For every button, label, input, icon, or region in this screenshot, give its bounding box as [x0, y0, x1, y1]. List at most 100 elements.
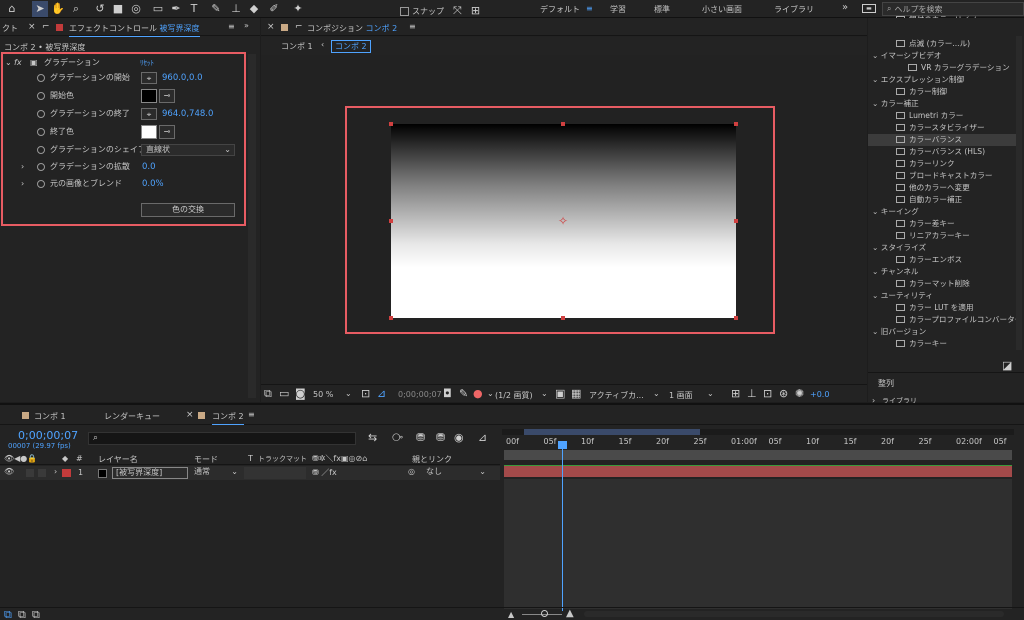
- project-tab[interactable]: クト: [2, 23, 18, 34]
- eyedropper-icon[interactable]: ⊸: [159, 89, 175, 103]
- ec-scrollbar[interactable]: [248, 54, 256, 398]
- layer-mode-dropdown[interactable]: 通常 ⌄: [194, 467, 240, 479]
- expand-arrow-icon[interactable]: ⌄: [872, 99, 881, 108]
- expand-arrow-icon[interactable]: ⌄: [5, 55, 12, 71]
- lock-icon[interactable]: ⌐: [295, 22, 303, 32]
- rotate-tool-icon[interactable]: ↺: [92, 1, 108, 17]
- layer-handle[interactable]: [734, 219, 738, 223]
- effect-header-row[interactable]: ⌄ fx ▣ グラデーション ﾘｾｯﾄ: [0, 55, 250, 71]
- layer-handle[interactable]: [734, 316, 738, 320]
- panel-menu-icon[interactable]: ≡: [409, 22, 416, 31]
- snap-checkbox[interactable]: [400, 6, 409, 16]
- swap-colors-button[interactable]: 色の交換: [141, 203, 235, 217]
- draft-3d-icon[interactable]: ⧂: [392, 430, 403, 446]
- home-icon[interactable]: ⌂: [4, 1, 20, 17]
- panel-menu-icon[interactable]: ≡: [228, 22, 235, 31]
- stopwatch-icon[interactable]: [37, 180, 45, 188]
- zoom-dropdown[interactable]: 50 %: [313, 390, 333, 399]
- exposure-value[interactable]: +0.0: [810, 390, 829, 399]
- playhead[interactable]: [558, 441, 568, 611]
- expand-arrow-icon[interactable]: ⌄: [872, 207, 881, 216]
- crosshair-icon[interactable]: ⌖: [141, 72, 157, 84]
- effect-category[interactable]: ⌄ チャンネル: [868, 266, 1018, 278]
- start-color-swatch[interactable]: [141, 89, 157, 103]
- effect-category[interactable]: ⌄ エクスプレッション制御: [868, 74, 1018, 86]
- keyboard-icon[interactable]: ▬: [862, 4, 876, 13]
- fx-icon[interactable]: fx: [14, 55, 22, 71]
- effect-item[interactable]: 点滅 (カラー...ル): [868, 38, 1018, 50]
- crosshair-icon[interactable]: ⌖: [141, 108, 157, 120]
- align-icon[interactable]: ⊞: [471, 3, 480, 19]
- layer-expand-icon[interactable]: ›: [54, 467, 57, 476]
- gradient-shape-dropdown[interactable]: 直線状 ⌄: [141, 144, 235, 156]
- effect-item[interactable]: カラーエンボス: [868, 254, 1018, 266]
- color-channels-icon[interactable]: ●: [473, 386, 483, 402]
- fast-preview-icon[interactable]: ⊥: [747, 386, 757, 402]
- visibility-icon[interactable]: 👁: [4, 467, 14, 476]
- toggle-pixel-icon[interactable]: ⊞: [731, 386, 740, 402]
- layer-handle[interactable]: [734, 122, 738, 126]
- tab-render-queue[interactable]: レンダーキュー: [104, 411, 160, 422]
- close-tab-icon[interactable]: ×: [186, 410, 194, 420]
- layer-label-color[interactable]: [62, 469, 71, 477]
- effects-scrollbar[interactable]: [1016, 36, 1022, 350]
- parent-pickwhip-icon[interactable]: ◎: [408, 467, 415, 476]
- effect-item[interactable]: カラースタビライザー: [868, 122, 1018, 134]
- transparency-toggle-icon[interactable]: ▦: [571, 386, 581, 402]
- solo-toggle[interactable]: [38, 469, 46, 477]
- audio-toggle[interactable]: [26, 469, 34, 477]
- snap-option-icon[interactable]: ⤧: [453, 3, 462, 19]
- region-of-interest-icon[interactable]: ▣: [555, 386, 565, 402]
- puppet-pin-tool-icon[interactable]: ✦: [290, 1, 306, 17]
- workspace-learn[interactable]: 学習: [610, 4, 626, 15]
- stopwatch-icon[interactable]: [37, 110, 45, 118]
- effect-item[interactable]: カラーリンク: [868, 158, 1018, 170]
- effect-settings-icon[interactable]: ▣: [30, 55, 38, 71]
- col-trackmatte[interactable]: トラックマット: [258, 454, 307, 464]
- zoom-tool-icon[interactable]: ⌕: [68, 1, 84, 17]
- playhead-handle[interactable]: [558, 441, 568, 449]
- frame-blending-icon[interactable]: ⛃: [436, 430, 445, 446]
- effect-item[interactable]: カラーバランス (HLS): [868, 146, 1018, 158]
- show-snapshot-icon[interactable]: ✎: [459, 386, 468, 402]
- effect-item[interactable]: VR カラーグラデーション: [868, 62, 1018, 74]
- effect-item[interactable]: カラーキー: [868, 338, 1018, 350]
- viewer-timecode[interactable]: 0;00;00;07: [398, 390, 442, 399]
- stopwatch-icon[interactable]: [37, 74, 45, 82]
- expand-arrow-icon[interactable]: ›: [21, 159, 24, 175]
- modes-toggle-icon[interactable]: ⧉: [18, 607, 26, 620]
- align-panel-label[interactable]: 整列: [878, 378, 894, 389]
- breadcrumb-comp-1[interactable]: コンポ 1: [281, 41, 313, 52]
- camera-dropdown[interactable]: アクティブカ...: [589, 390, 644, 401]
- breadcrumb-comp-2[interactable]: コンポ 2: [331, 40, 371, 53]
- stopwatch-icon[interactable]: [37, 128, 45, 136]
- camera-tool-icon[interactable]: ■: [110, 1, 126, 17]
- blend-original-value[interactable]: 0.0%: [142, 176, 164, 192]
- more-workspaces-icon[interactable]: »: [842, 2, 848, 13]
- trackmatte-dropdown[interactable]: [244, 467, 306, 479]
- layer-handle[interactable]: [561, 316, 565, 320]
- effect-item[interactable]: カラー差キー: [868, 218, 1018, 230]
- effect-controls-tab[interactable]: エフェクトコントロール 被写界深度: [69, 23, 200, 37]
- effect-item[interactable]: カラー LUT を適用: [868, 302, 1018, 314]
- layer-search-field[interactable]: ⌕: [88, 432, 356, 445]
- clone-stamp-tool-icon[interactable]: ⊥: [228, 1, 244, 17]
- shy-layers-icon[interactable]: ⛃: [416, 430, 425, 446]
- effect-category[interactable]: ⌄ キーイング: [868, 206, 1018, 218]
- resolution-dropdown[interactable]: (1/2 画質): [495, 390, 533, 401]
- layer-switches[interactable]: ⛃ ／fx: [312, 467, 337, 478]
- work-area-bar[interactable]: [502, 429, 1014, 435]
- selection-tool-icon[interactable]: ➤: [32, 1, 48, 17]
- stopwatch-icon[interactable]: [37, 146, 45, 154]
- snapshot-icon[interactable]: ◘: [443, 386, 452, 402]
- effect-item[interactable]: カラーマット削除: [868, 278, 1018, 290]
- exposure-icon[interactable]: ✺: [795, 386, 804, 402]
- timeline-graph[interactable]: 00f 05f 10f 15f 20f 25f 01:00f 05f 10f 15f 20f 25f 0…: [502, 429, 1014, 620]
- workspace-default[interactable]: デフォルト: [540, 4, 580, 15]
- timeline-icon[interactable]: ⊡: [763, 386, 772, 402]
- col-layer-name[interactable]: レイヤー名: [98, 454, 138, 465]
- layer-handle[interactable]: [389, 316, 393, 320]
- col-parent[interactable]: 親とリンク: [412, 454, 452, 465]
- effect-item[interactable]: 自動カラー補正: [868, 194, 1018, 206]
- render-time-toggle-icon[interactable]: ⧉: [32, 607, 40, 620]
